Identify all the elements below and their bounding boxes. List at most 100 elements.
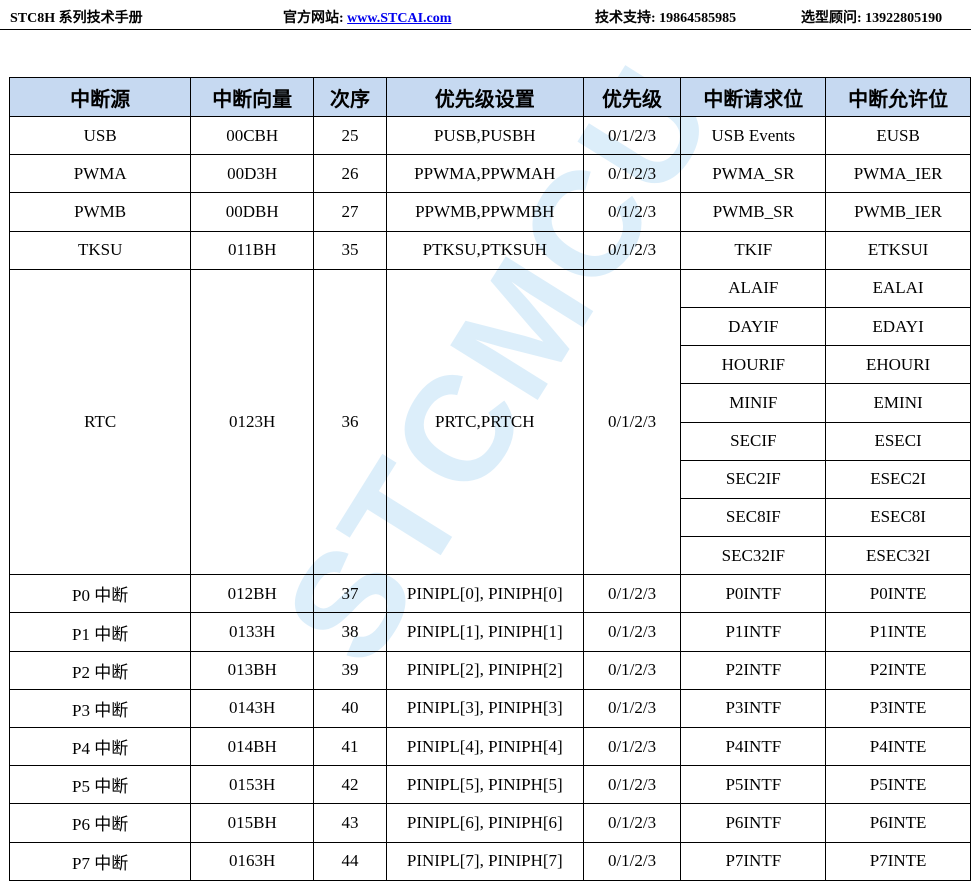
cell-en: PWMB_IER <box>825 192 971 232</box>
cell-pri: 0/1/2/3 <box>582 803 682 843</box>
cell-pri: 0/1/2/3 <box>582 574 682 614</box>
cell-set: PINIPL[7], PINIPH[7] <box>385 841 584 881</box>
cell-set: PINIPL[1], PINIPH[1] <box>385 612 584 652</box>
rtc-cell-src: RTC <box>8 268 192 576</box>
cell-pri: 0/1/2/3 <box>582 192 682 232</box>
header-cell: 中断请求位 <box>680 77 827 117</box>
rtc-flag-en: EDAYI <box>825 306 971 347</box>
cell-src: P7 中断 <box>8 841 192 881</box>
cell-ord: 35 <box>313 230 387 270</box>
rtc-flag-req: SEC32IF <box>680 536 827 576</box>
tech-support: 技术支持: 19864585985 <box>595 11 737 26</box>
table-row: PWMA 00D3H 26 PPWMA,PPWMAH 0/1/2/3 PWMA_SR PWM… <box>8 154 971 194</box>
cell-src: PWMB <box>8 192 192 232</box>
official-site: 官方网站: www.STCAI.com <box>283 7 451 27</box>
rtc-flag-req: SEC8IF <box>680 497 827 538</box>
cell-req: PWMA_SR <box>680 154 827 194</box>
cell-pri: 0/1/2/3 <box>582 841 682 881</box>
table-header-row: 中断源 中断向量 次序 优先级设置 优先级 中断请求位 中断允许位 <box>8 77 971 117</box>
table-row: P2 中断 013BH 39 PINIPL[2], PINIPH[2] 0/1/2/3 P… <box>8 650 971 690</box>
cell-vec: 0133H <box>190 612 315 652</box>
cell-req: P4INTF <box>680 726 827 767</box>
cell-set: PINIPL[2], PINIPH[2] <box>385 650 584 690</box>
cell-vec: 00D3H <box>190 154 315 194</box>
table-row: USB 00CBH 25 PUSB,PUSBH 0/1/2/3 USB Events EUS… <box>8 115 971 156</box>
cell-vec: 0143H <box>190 688 315 729</box>
cell-pri: 0/1/2/3 <box>582 230 682 270</box>
cell-ord: 43 <box>313 803 387 843</box>
rtc-flag-en: EHOURI <box>825 345 971 385</box>
cell-src: P1 中断 <box>8 612 192 652</box>
rtc-flag-en: ESECI <box>825 421 971 461</box>
cell-ord: 38 <box>313 612 387 652</box>
cell-vec: 0153H <box>190 765 315 805</box>
cell-pri: 0/1/2/3 <box>582 688 682 729</box>
rtc-flag-en: ESEC2I <box>825 459 971 499</box>
table-row: P5 中断 0153H 42 PINIPL[5], PINIPH[5] 0/1/2/3 P… <box>8 765 971 805</box>
cell-ord: 39 <box>313 650 387 690</box>
rtc-cell-vec: 0123H <box>190 268 315 576</box>
cell-en: P0INTE <box>825 574 971 614</box>
site-link[interactable]: www.STCAI.com <box>347 11 451 26</box>
cell-src: PWMA <box>8 154 192 194</box>
rtc-flag-req: SECIF <box>680 421 827 461</box>
cell-req: P3INTF <box>680 688 827 729</box>
cell-req: P0INTF <box>680 574 827 614</box>
cell-set: PINIPL[3], PINIPH[3] <box>385 688 584 729</box>
rtc-flag-req: HOURIF <box>680 345 827 385</box>
table-row: PWMB 00DBH 27 PPWMB,PPWMBH 0/1/2/3 PWMB_SR PWM… <box>8 192 971 232</box>
cell-ord: 26 <box>313 154 387 194</box>
rtc-flag-req: MINIF <box>680 383 827 423</box>
cell-src: P0 中断 <box>8 574 192 614</box>
cell-src: TKSU <box>8 230 192 270</box>
table-row: P4 中断 014BH 41 PINIPL[4], PINIPH[4] 0/1/2/3 P… <box>8 726 971 767</box>
table-row: P3 中断 0143H 40 PINIPL[3], PINIPH[3] 0/1/2/3 P… <box>8 688 971 729</box>
interrupt-table: 中断源 中断向量 次序 优先级设置 优先级 中断请求位 中断允许位 USB 00C… <box>8 77 971 881</box>
cell-src: P4 中断 <box>8 726 192 767</box>
selection-advisor: 选型顾问: 13922805190 <box>801 11 943 26</box>
site-label: 官方网站: <box>283 11 348 26</box>
rtc-flag-en: ESEC32I <box>825 536 971 576</box>
cell-vec: 011BH <box>190 230 315 270</box>
table-row: TKSU 011BH 35 PTKSU,PTKSUH 0/1/2/3 TKIF ETKSUI <box>8 230 971 270</box>
header-cell: 优先级 <box>582 77 682 117</box>
cell-ord: 44 <box>313 841 387 881</box>
page-header: STC8H 系列技术手册 官方网站: www.STCAI.com 技术支持: 1… <box>0 0 971 30</box>
cell-set: PPWMB,PPWMBH <box>385 192 584 232</box>
cell-req: P7INTF <box>680 841 827 881</box>
cell-set: PINIPL[4], PINIPH[4] <box>385 726 584 767</box>
manual-title: STC8H 系列技术手册 <box>10 11 143 26</box>
rtc-flag-req: ALAIF <box>680 268 827 308</box>
cell-ord: 40 <box>313 688 387 729</box>
cell-src: P2 中断 <box>8 650 192 690</box>
header-cell: 中断允许位 <box>825 77 971 117</box>
cell-ord: 27 <box>313 192 387 232</box>
cell-pri: 0/1/2/3 <box>582 765 682 805</box>
cell-vec: 015BH <box>190 803 315 843</box>
table-row: P6 中断 015BH 43 PINIPL[6], PINIPH[6] 0/1/2/3 P… <box>8 803 971 843</box>
header-cell: 中断向量 <box>190 77 315 117</box>
cell-vec: 00CBH <box>190 115 315 156</box>
cell-ord: 41 <box>313 726 387 767</box>
rtc-flag-req: DAYIF <box>680 306 827 347</box>
cell-pri: 0/1/2/3 <box>582 726 682 767</box>
cell-src: P3 中断 <box>8 688 192 729</box>
rtc-cell-ord: 36 <box>313 268 387 576</box>
cell-en: P7INTE <box>825 841 971 881</box>
cell-en: P1INTE <box>825 612 971 652</box>
table-row: P7 中断 0163H 44 PINIPL[7], PINIPH[7] 0/1/2/3 P… <box>8 841 971 881</box>
cell-req: P6INTF <box>680 803 827 843</box>
table-row: P1 中断 0133H 38 PINIPL[1], PINIPH[1] 0/1/2/3 P… <box>8 612 971 652</box>
cell-req: P2INTF <box>680 650 827 690</box>
cell-req: PWMB_SR <box>680 192 827 232</box>
cell-set: PINIPL[6], PINIPH[6] <box>385 803 584 843</box>
cell-en: P6INTE <box>825 803 971 843</box>
cell-req: USB Events <box>680 115 827 156</box>
rtc-flag-en: EALAI <box>825 268 971 308</box>
header-cell: 优先级设置 <box>385 77 584 117</box>
rtc-flag-en: ESEC8I <box>825 497 971 538</box>
rtc-cell-pri: 0/1/2/3 <box>582 268 682 576</box>
cell-en: P3INTE <box>825 688 971 729</box>
cell-pri: 0/1/2/3 <box>582 115 682 156</box>
cell-vec: 0163H <box>190 841 315 881</box>
